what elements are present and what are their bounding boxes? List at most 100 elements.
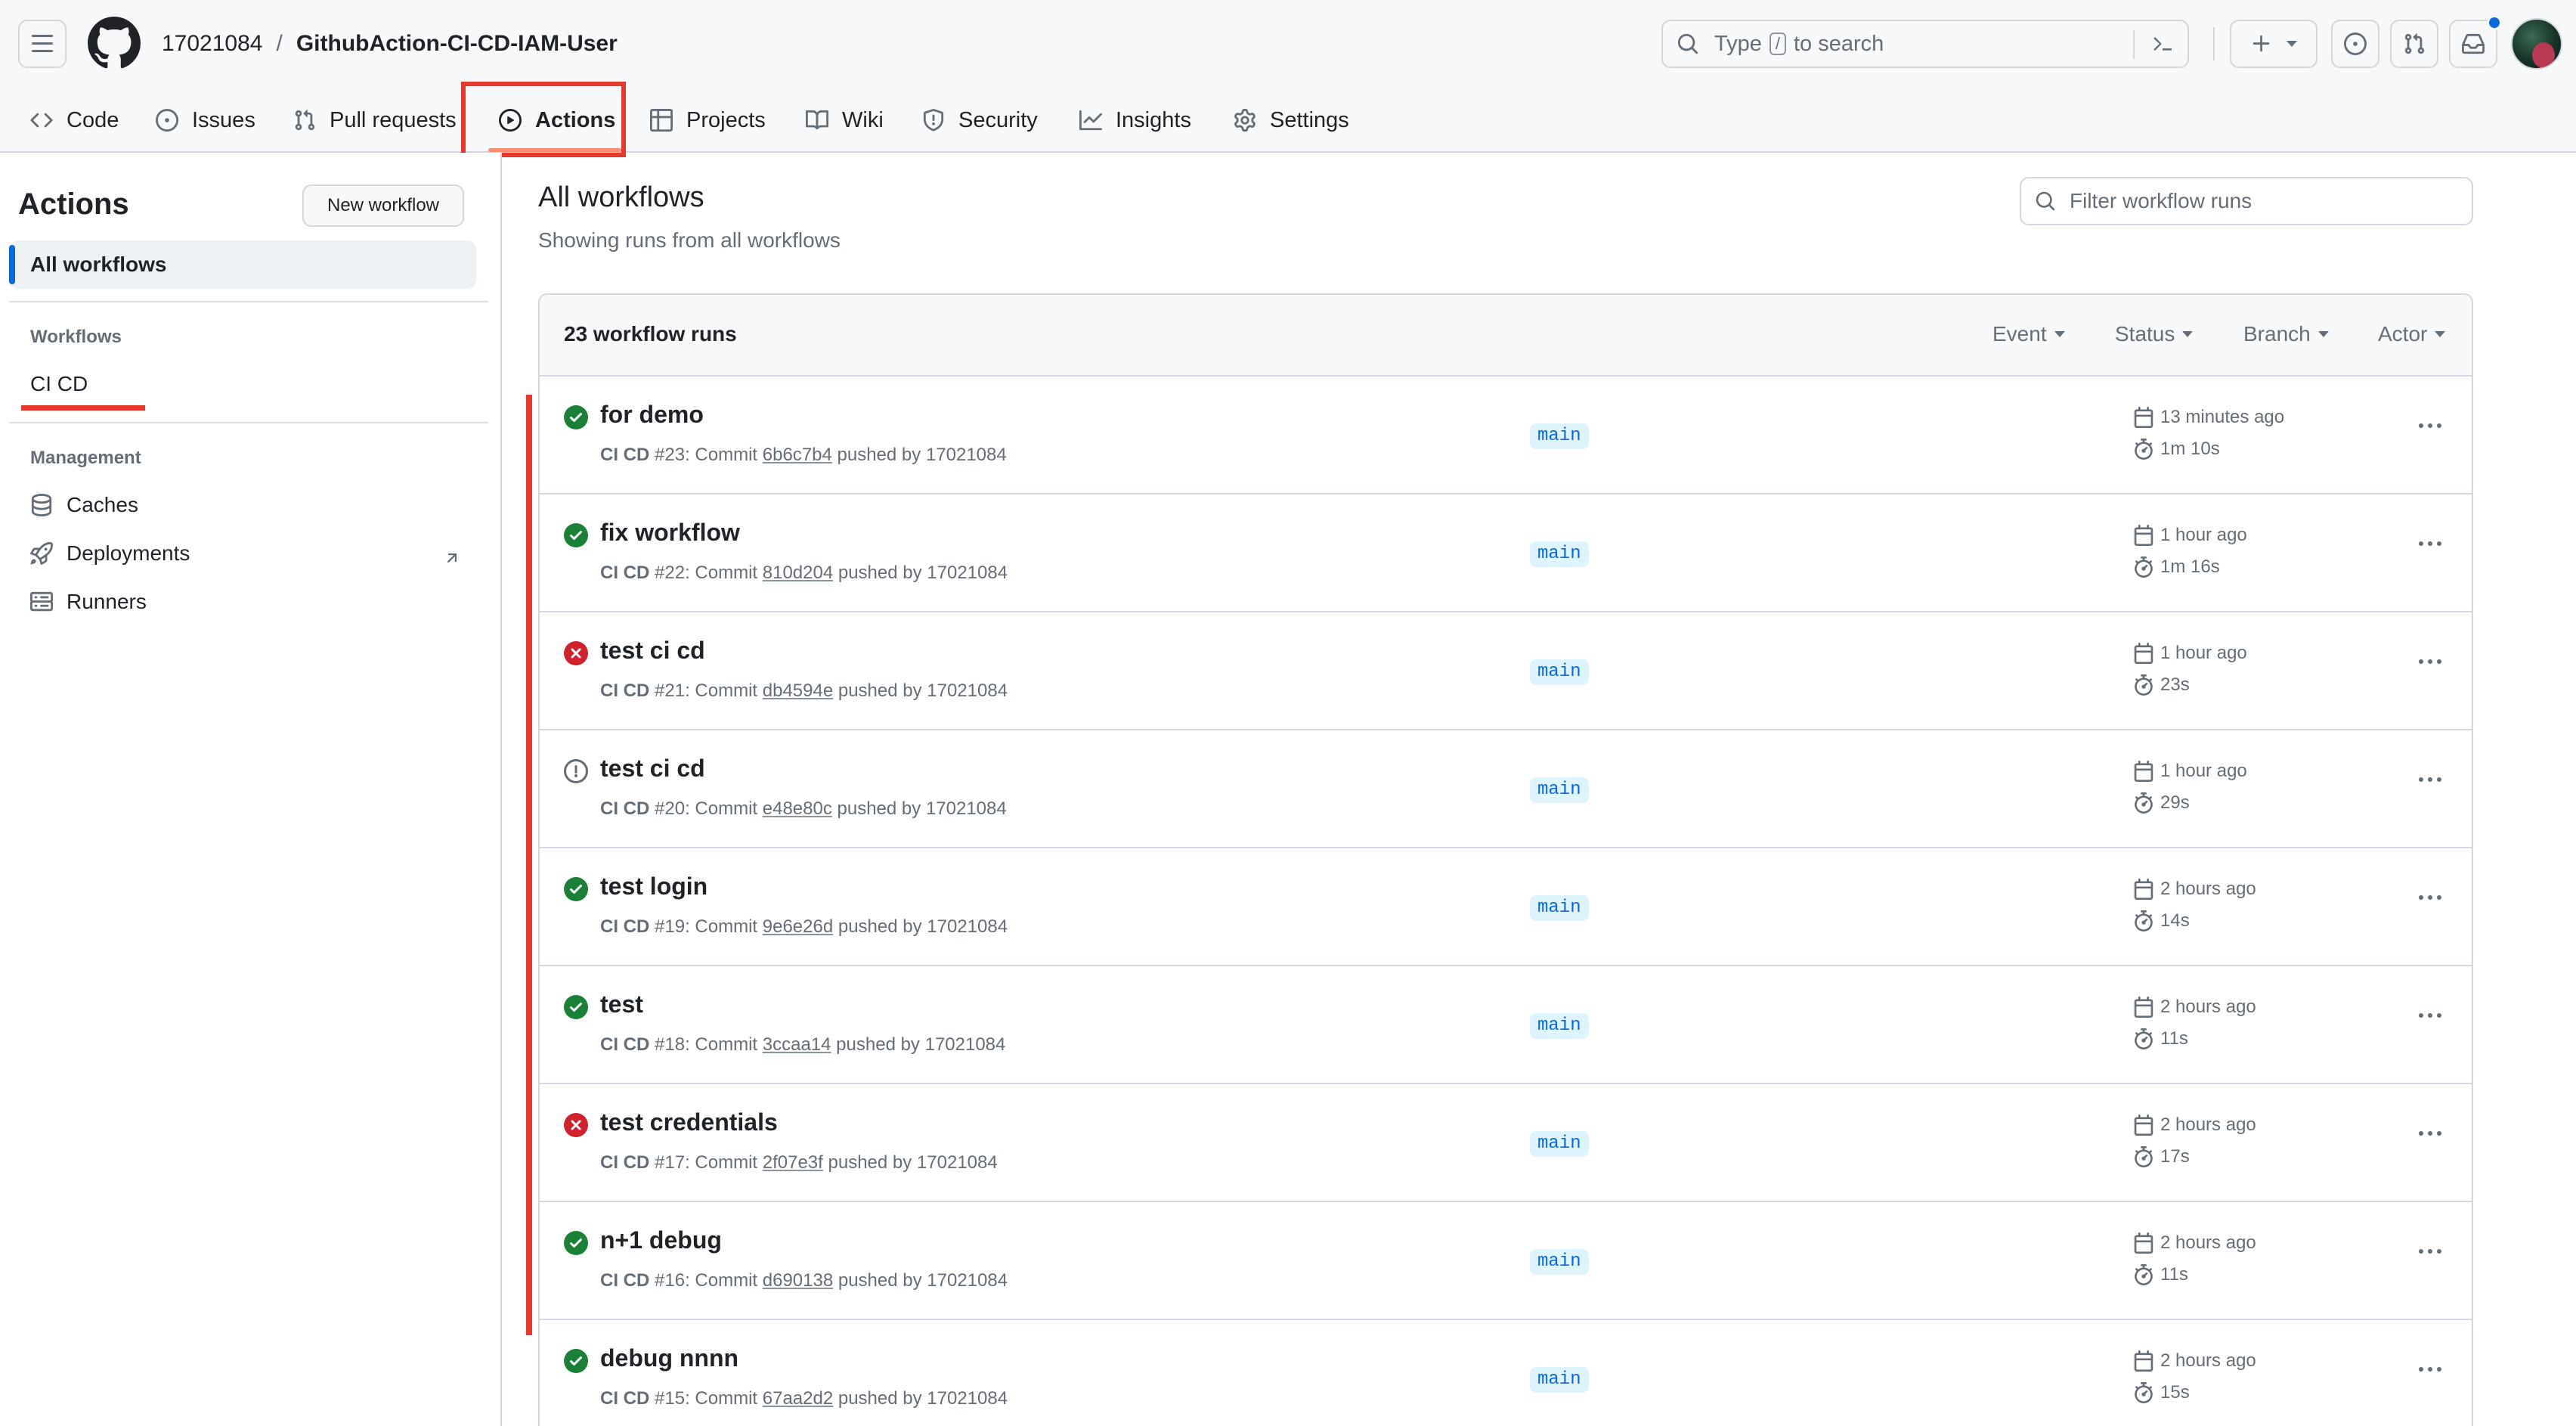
commit-sha-link[interactable]: 6b6c7b4 — [763, 445, 832, 465]
run-meta: CI CD #16: Commit d690138 pushed by 1702… — [600, 1270, 1008, 1291]
triangle-down-icon — [2287, 41, 2297, 47]
repo-owner-link[interactable]: 17021084 — [162, 27, 262, 60]
tab-label: Projects — [686, 107, 766, 132]
run-time-text: 2 hours ago — [2160, 1350, 2256, 1371]
tab-projects[interactable]: Projects — [650, 88, 766, 153]
sidebar-item-caches[interactable]: Caches — [30, 493, 138, 517]
run-timestamp: 1 hour ago — [2133, 643, 2247, 664]
tab-pull-requests[interactable]: Pull requests — [293, 88, 457, 153]
event-filter-dropdown[interactable]: Event — [1992, 322, 2065, 346]
run-title-link[interactable]: n+1 debug — [600, 1226, 722, 1254]
run-duration-text: 11s — [2160, 1028, 2188, 1049]
run-title-link[interactable]: test — [600, 990, 643, 1018]
branch-badge[interactable]: main — [1530, 1249, 1589, 1275]
commit-sha-link[interactable]: e48e80c — [763, 798, 832, 819]
branch-filter-dropdown[interactable]: Branch — [2243, 322, 2329, 346]
workflow-run-row[interactable]: test credentials CI CD #17: Commit 2f07e3… — [540, 1084, 2472, 1202]
branch-badge[interactable]: main — [1530, 423, 1589, 449]
run-title-link[interactable]: debug nnnn — [600, 1344, 738, 1372]
kebab-horizontal-icon[interactable] — [2419, 895, 2441, 900]
kebab-horizontal-icon[interactable] — [2419, 659, 2441, 664]
calendar-icon — [2134, 761, 2153, 782]
user-avatar[interactable] — [2511, 18, 2562, 70]
run-commit-label: Commit — [695, 916, 758, 937]
filter-workflow-runs-input[interactable]: Filter workflow runs — [2020, 177, 2473, 225]
run-title-link[interactable]: test ci cd — [600, 637, 705, 665]
branch-badge[interactable]: main — [1530, 659, 1589, 685]
tab-wiki[interactable]: Wiki — [806, 88, 884, 153]
run-title-link[interactable]: fix workflow — [600, 519, 740, 547]
branch-badge[interactable]: main — [1530, 777, 1589, 803]
your-issues-button[interactable] — [2331, 20, 2379, 68]
calendar-icon — [2134, 643, 2153, 664]
commit-sha-link[interactable]: 67aa2d2 — [763, 1388, 833, 1409]
tab-security[interactable]: Security — [922, 88, 1038, 153]
tab-insights[interactable]: Insights — [1079, 88, 1191, 153]
workflow-run-row[interactable]: test ci cd CI CD #20: Commit e48e80c push… — [540, 730, 2472, 848]
your-pull-requests-button[interactable] — [2390, 20, 2438, 68]
run-title-link[interactable]: for demo — [600, 401, 704, 429]
branch-badge[interactable]: main — [1530, 1013, 1589, 1039]
tab-issues[interactable]: Issues — [156, 88, 255, 153]
commit-sha-link[interactable]: 3ccaa14 — [763, 1034, 831, 1055]
command-palette-icon[interactable] — [2151, 32, 2175, 56]
sidebar-item-deployments[interactable]: Deployments — [30, 541, 190, 566]
commit-sha-link[interactable]: db4594e — [763, 680, 833, 701]
sidebar-item-runners[interactable]: Runners — [30, 590, 147, 614]
workflow-run-row[interactable]: for demo CI CD #23: Commit 6b6c7b4 pushed… — [540, 377, 2472, 494]
kebab-horizontal-icon[interactable] — [2419, 1013, 2441, 1018]
workflow-run-row[interactable]: test ci cd CI CD #21: Commit db4594e push… — [540, 612, 2472, 730]
run-workflow-name: CI CD — [600, 563, 650, 583]
workflow-run-row[interactable]: n+1 debug CI CD #16: Commit d690138 pushe… — [540, 1202, 2472, 1320]
run-title-link[interactable]: test login — [600, 873, 707, 901]
branch-badge[interactable]: main — [1530, 895, 1589, 921]
calendar-icon — [2134, 1232, 2153, 1254]
run-title-link[interactable]: test ci cd — [600, 755, 705, 783]
repo-name-link[interactable]: GithubAction-CI-CD-IAM-User — [296, 27, 618, 60]
run-meta: CI CD #23: Commit 6b6c7b4 pushed by 1702… — [600, 445, 1007, 465]
kebab-horizontal-icon[interactable] — [2419, 1249, 2441, 1254]
kebab-horizontal-icon[interactable] — [2419, 423, 2441, 428]
run-time-text: 2 hours ago — [2160, 879, 2256, 899]
kebab-horizontal-icon[interactable] — [2419, 541, 2441, 546]
branch-badge[interactable]: main — [1530, 541, 1589, 567]
sidebar-item-all-workflows[interactable]: All workflows — [9, 240, 476, 289]
kebab-horizontal-icon[interactable] — [2419, 1367, 2441, 1372]
run-pushed-by: pushed by 17021084 — [836, 1034, 1006, 1055]
commit-sha-link[interactable]: 2f07e3f — [763, 1152, 823, 1173]
kebab-horizontal-icon[interactable] — [2419, 777, 2441, 782]
kebab-horizontal-icon[interactable] — [2419, 1131, 2441, 1136]
run-number: #17 — [655, 1152, 686, 1173]
workflow-run-row[interactable]: test login CI CD #19: Commit 9e6e26d push… — [540, 848, 2472, 966]
run-timestamp: 13 minutes ago — [2133, 407, 2284, 428]
unread-notification-dot — [2487, 15, 2502, 30]
tab-code[interactable]: Code — [30, 88, 119, 153]
run-status-icon — [564, 405, 588, 429]
search-shortcut-key: / — [1769, 33, 1786, 55]
run-duration: 11s — [2133, 1028, 2188, 1049]
run-duration: 23s — [2133, 674, 2190, 696]
new-workflow-button[interactable]: New workflow — [302, 184, 464, 227]
open-menu-button[interactable] — [18, 20, 67, 68]
workflow-run-row[interactable]: fix workflow CI CD #22: Commit 810d204 pu… — [540, 494, 2472, 612]
run-duration: 15s — [2133, 1382, 2190, 1403]
commit-sha-link[interactable]: 9e6e26d — [763, 916, 833, 937]
run-commit-label: Commit — [695, 798, 758, 819]
workflow-run-row[interactable]: debug nnnn CI CD #15: Commit 67aa2d2 push… — [540, 1320, 2472, 1426]
run-status-icon — [564, 759, 588, 783]
tab-settings[interactable]: Settings — [1234, 88, 1349, 153]
run-commit-label: Commit — [695, 1152, 758, 1173]
workflow-run-row[interactable]: test CI CD #18: Commit 3ccaa14 pushed by … — [540, 966, 2472, 1084]
sidebar-item-ci-cd[interactable]: CI CD — [30, 372, 88, 396]
run-title-link[interactable]: test credentials — [600, 1108, 778, 1136]
status-filter-dropdown[interactable]: Status — [2115, 322, 2194, 346]
runs-table-header: 23 workflow runs Event Status Branch Act… — [540, 295, 2472, 377]
actor-filter-dropdown[interactable]: Actor — [2378, 322, 2446, 346]
branch-badge[interactable]: main — [1530, 1367, 1589, 1393]
branch-badge[interactable]: main — [1530, 1131, 1589, 1157]
commit-sha-link[interactable]: d690138 — [763, 1270, 833, 1291]
global-search-input[interactable]: Type / to search — [1661, 20, 2189, 68]
github-logo-icon[interactable] — [88, 17, 141, 70]
commit-sha-link[interactable]: 810d204 — [763, 563, 833, 583]
create-new-button[interactable] — [2230, 20, 2317, 68]
